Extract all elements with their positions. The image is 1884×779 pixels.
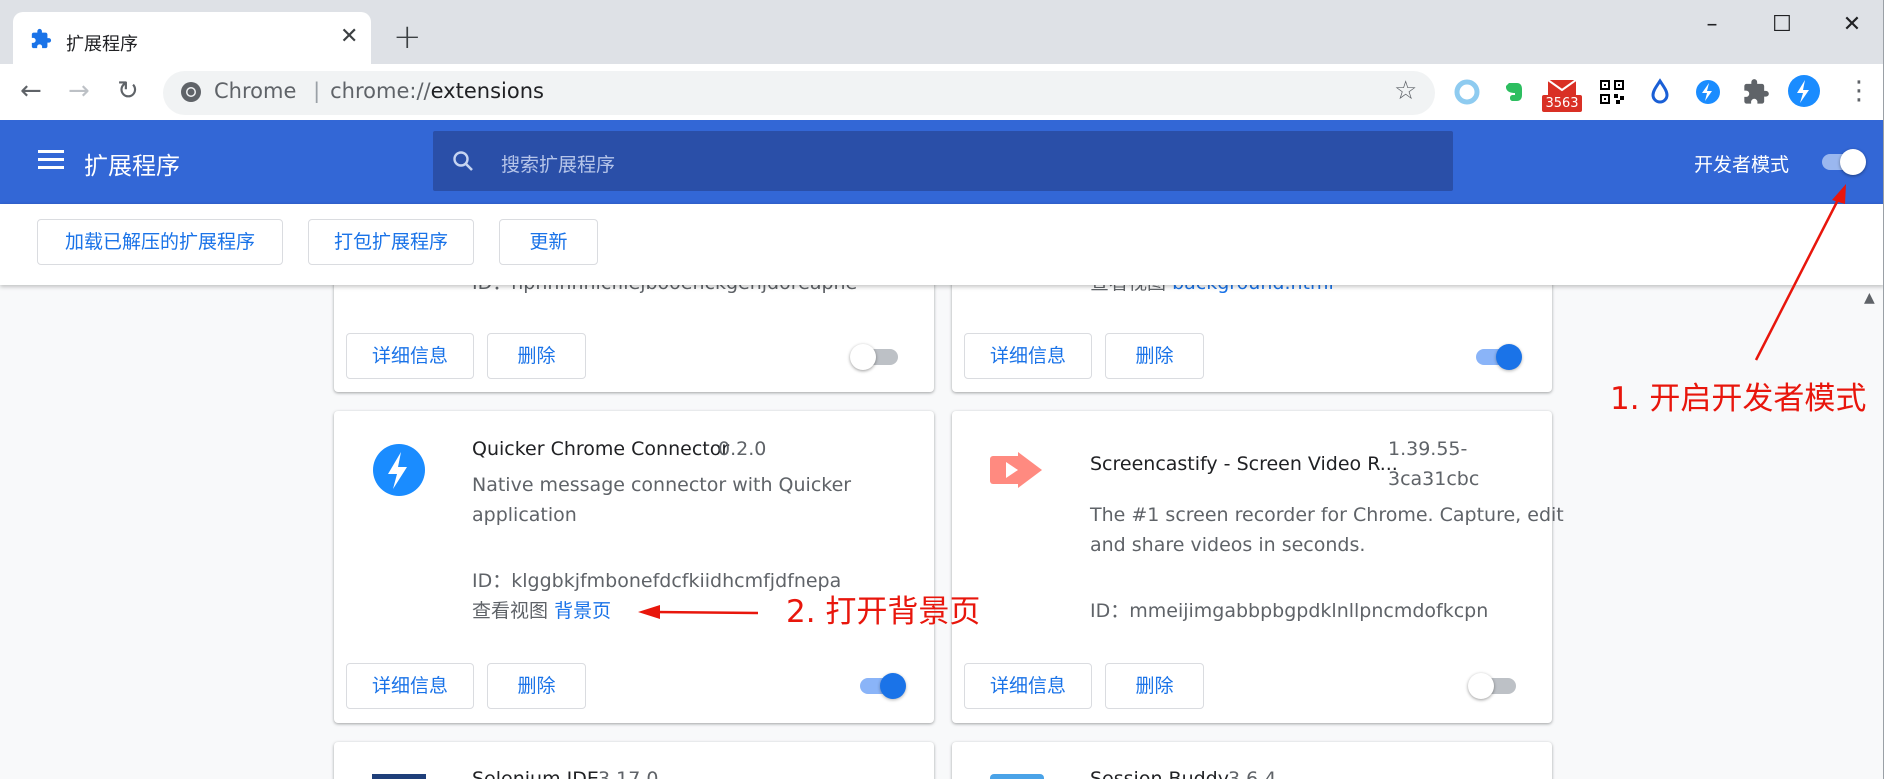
views-label: 查看视图: [472, 600, 549, 622]
details-button[interactable]: 详细信息: [964, 333, 1092, 379]
hamburger-menu-icon[interactable]: [38, 150, 64, 170]
omnibox-site: Chrome: [214, 79, 297, 103]
session-buddy-icon: [990, 774, 1044, 779]
developer-mode-toggle[interactable]: [1816, 148, 1870, 176]
cards-area: [0, 285, 1884, 779]
enable-toggle-off[interactable]: [850, 343, 904, 371]
extension-description: Native message connector with Quicker: [472, 474, 852, 496]
load-unpacked-button[interactable]: 加载已解压的扩展程序: [37, 219, 283, 265]
enable-toggle-off[interactable]: [1468, 672, 1522, 700]
extensions-puzzle-icon[interactable]: [1742, 78, 1770, 106]
maximize-icon[interactable]: ☐: [1752, 8, 1812, 42]
close-icon[interactable]: ✕: [340, 26, 358, 48]
details-button[interactable]: 详细信息: [964, 663, 1092, 709]
plus-icon[interactable]: +: [393, 20, 422, 54]
menu-dots-icon[interactable]: ⋮: [1846, 76, 1872, 106]
annotation-step1: 1. 开启开发者模式: [1610, 381, 1867, 417]
drop-icon[interactable]: [1646, 78, 1674, 106]
puzzle-icon: [31, 28, 52, 49]
extension-id: ID：mmeijimgabbpbgpdklnllpncmdofkcpn: [1090, 600, 1489, 622]
enable-toggle-on[interactable]: [856, 672, 910, 700]
extension-description: The #1 screen recorder for Chrome. Captu…: [1090, 504, 1564, 526]
window-close-icon[interactable]: ✕: [1822, 8, 1882, 42]
search-icon: [453, 151, 473, 171]
search-placeholder: 搜索扩展程序: [501, 154, 616, 176]
extension-name: Session Buddy: [1090, 768, 1229, 779]
mail-badge: 3563: [1542, 95, 1582, 112]
extension-version: 1.39.55-: [1388, 438, 1468, 460]
extension-name: Screencastify - Screen Video R...: [1090, 453, 1398, 475]
background-page-link[interactable]: 背景页: [554, 600, 611, 622]
update-button[interactable]: 更新: [499, 219, 598, 265]
page-title: 扩展程序: [84, 152, 180, 180]
extension-description-cont: and share videos in seconds.: [1090, 534, 1366, 556]
remove-button[interactable]: 删除: [1105, 663, 1204, 709]
star-icon[interactable]: ☆: [1394, 76, 1417, 106]
minimize-icon[interactable]: –: [1682, 8, 1742, 42]
extension-name: Quicker Chrome Connector: [472, 438, 730, 460]
selenium-icon: [372, 774, 426, 779]
details-button[interactable]: 详细信息: [346, 663, 474, 709]
omnibox-url-prefix: chrome://: [330, 79, 431, 103]
extension-description-cont: application: [472, 504, 577, 526]
tab-title: 扩展程序: [66, 34, 138, 55]
quicker-icon[interactable]: [1694, 78, 1722, 106]
pack-extension-button[interactable]: 打包扩展程序: [308, 219, 474, 265]
scroll-up-arrow[interactable]: ▲: [1864, 290, 1875, 306]
enable-toggle-on[interactable]: [1472, 343, 1526, 371]
remove-button[interactable]: 删除: [1105, 333, 1204, 379]
annotation-step2: 2. 打开背景页: [786, 594, 981, 630]
extension-version-cont: 3ca31cbc: [1388, 468, 1480, 490]
evernote-icon[interactable]: [1500, 78, 1528, 106]
remove-button[interactable]: 删除: [487, 663, 586, 709]
ring-extension-icon[interactable]: [1453, 78, 1481, 106]
extension-name: Selenium IDE: [472, 768, 599, 779]
qr-code-icon[interactable]: [1598, 78, 1626, 106]
quicker-icon: [373, 444, 425, 496]
back-icon[interactable]: ←: [20, 76, 42, 106]
extension-version: 3.17.0: [598, 768, 659, 779]
screencastify-icon: [990, 452, 1042, 488]
chrome-icon: [181, 82, 201, 102]
extension-version: 0.2.0: [718, 438, 767, 460]
quicker-profile-icon[interactable]: [1787, 74, 1821, 108]
extension-version: 3.6.4: [1228, 768, 1277, 779]
forward-icon[interactable]: →: [68, 76, 90, 106]
omnibox-url-path: extensions: [430, 79, 544, 103]
mail-icon[interactable]: 3563: [1542, 79, 1582, 112]
address-text: Chrome | chrome://extensions: [214, 79, 544, 103]
remove-button[interactable]: 删除: [487, 333, 586, 379]
reload-icon[interactable]: ↻: [117, 76, 139, 106]
omnibox-separator: |: [313, 79, 321, 103]
details-button[interactable]: 详细信息: [346, 333, 474, 379]
extension-views: 查看视图 背景页: [472, 596, 611, 626]
developer-mode-label: 开发者模式: [1694, 154, 1790, 176]
